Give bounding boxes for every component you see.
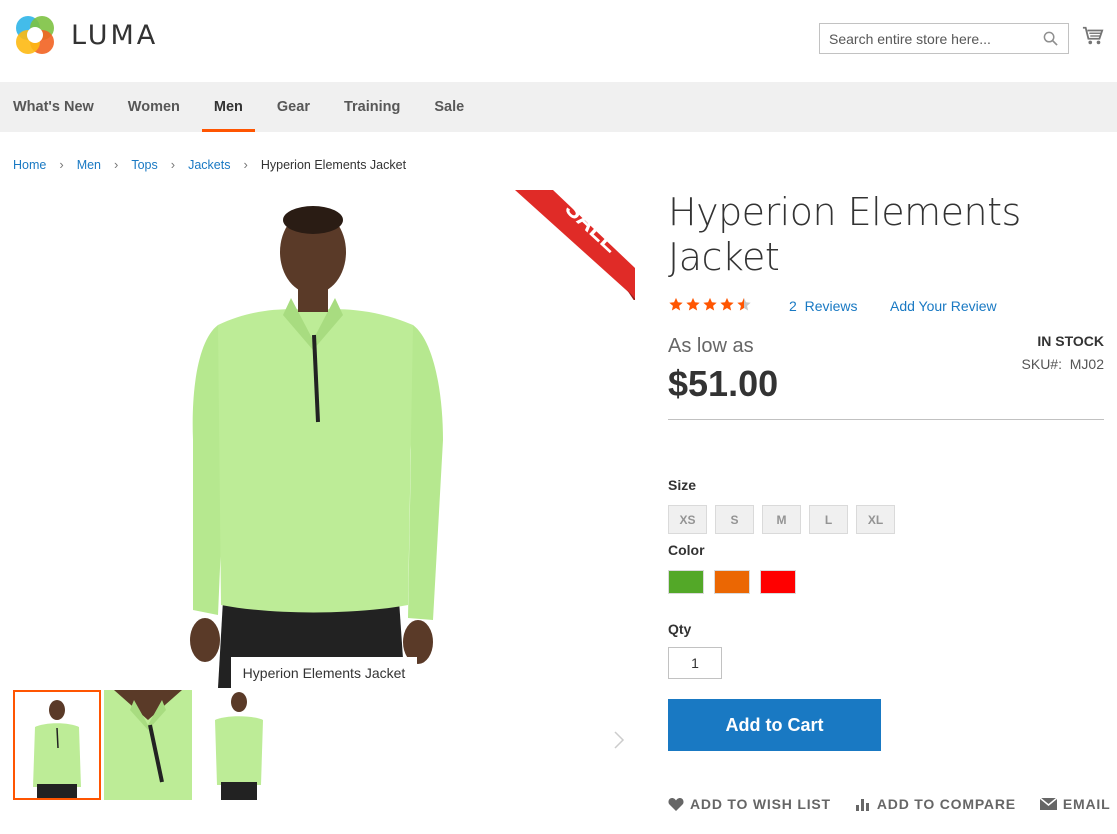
size-option-s[interactable]: S xyxy=(715,505,754,534)
star-icon xyxy=(686,297,700,311)
breadcrumb-jackets[interactable]: Jackets xyxy=(188,158,230,172)
add-to-wishlist-link[interactable]: ADD TO WISH LIST xyxy=(668,796,831,812)
add-review-link[interactable]: Add Your Review xyxy=(890,298,997,314)
qty-label: Qty xyxy=(668,621,692,637)
star-icon xyxy=(720,297,734,311)
color-label: Color xyxy=(668,542,705,558)
wishlist-label: ADD TO WISH LIST xyxy=(690,796,831,812)
add-to-cart-button[interactable]: Add to Cart xyxy=(668,699,881,751)
chevron-right-icon: › xyxy=(59,157,64,172)
color-option-red[interactable] xyxy=(760,570,796,594)
size-option-xs[interactable]: XS xyxy=(668,505,707,534)
page-header: LUMA xyxy=(0,0,1117,82)
reviews-count: 2 xyxy=(789,298,797,314)
color-option-orange[interactable] xyxy=(714,570,750,594)
reviews-label: Reviews xyxy=(804,298,858,314)
thumbnail-strip xyxy=(13,690,283,800)
price-prefix: As low as xyxy=(668,335,754,357)
sku-label: SKU#: xyxy=(1021,356,1062,372)
star-icon xyxy=(669,297,683,311)
chevron-right-icon: › xyxy=(114,157,119,172)
search-input[interactable] xyxy=(820,24,1030,53)
envelope-icon xyxy=(1039,798,1057,810)
search-icon[interactable] xyxy=(1043,31,1058,46)
stock-status: IN STOCK xyxy=(1037,333,1104,349)
nav-item-women[interactable]: Women xyxy=(111,82,197,132)
store-logo[interactable]: LUMA xyxy=(13,13,158,57)
chevron-right-icon: › xyxy=(243,157,248,172)
compare-label: ADD TO COMPARE xyxy=(876,796,1016,812)
main-navigation: What's New Women Men Gear Training Sale xyxy=(0,82,1117,132)
brand-name: LUMA xyxy=(71,19,159,51)
image-caption: Hyperion Elements Jacket xyxy=(231,657,417,688)
nav-item-whats-new[interactable]: What's New xyxy=(0,82,111,132)
thumbnail-back[interactable] xyxy=(195,690,283,800)
product-price: $51.00 xyxy=(668,363,779,404)
email-label: EMAIL xyxy=(1062,796,1111,812)
reviews-link[interactable]: 2 Reviews xyxy=(789,298,857,314)
chevron-right-icon[interactable] xyxy=(612,728,626,752)
size-label: Size xyxy=(668,477,697,493)
sale-ribbon-icon: SALE xyxy=(515,190,635,300)
breadcrumb-tops[interactable]: Tops xyxy=(131,158,157,172)
rating-stars xyxy=(668,296,753,313)
nav-item-sale[interactable]: Sale xyxy=(417,82,481,132)
breadcrumb-home[interactable]: Home xyxy=(13,158,46,172)
size-option-l[interactable]: L xyxy=(809,505,848,534)
add-to-compare-link[interactable]: ADD TO COMPARE xyxy=(855,796,1016,812)
nav-item-men[interactable]: Men xyxy=(197,82,260,132)
color-options xyxy=(668,570,796,594)
thumbnail-front[interactable] xyxy=(13,690,101,800)
breadcrumb-current: Hyperion Elements Jacket xyxy=(260,157,407,172)
chevron-right-icon: › xyxy=(170,157,176,172)
size-option-xl[interactable]: XL xyxy=(856,505,895,534)
search-box xyxy=(819,23,1069,54)
size-option-m[interactable]: M xyxy=(762,505,801,534)
product-title: Hyperion Elements Jacket xyxy=(668,190,1021,279)
sku-info: SKU#: MJ02 xyxy=(1022,356,1104,372)
luma-logo-icon xyxy=(16,16,54,54)
product-actions: ADD TO WISH LIST ADD TO COMPARE EMAIL xyxy=(668,796,1110,812)
sku-value: MJ02 xyxy=(1069,356,1104,372)
heart-icon xyxy=(668,798,684,811)
bar-chart-icon xyxy=(855,799,869,811)
cart-icon[interactable] xyxy=(1082,25,1104,47)
half-star-icon xyxy=(737,297,751,311)
color-option-green[interactable] xyxy=(668,570,704,594)
thumbnail-collar-closeup[interactable] xyxy=(104,690,192,800)
size-options: XS S M L XL xyxy=(668,505,895,534)
qty-input[interactable] xyxy=(668,647,722,679)
nav-item-training[interactable]: Training xyxy=(327,82,417,132)
nav-item-gear[interactable]: Gear xyxy=(260,82,327,132)
star-icon xyxy=(703,297,717,311)
breadcrumb: Home › Men › Tops › Jackets › Hyperion E… xyxy=(13,157,406,172)
breadcrumb-men[interactable]: Men xyxy=(77,158,101,172)
email-link[interactable]: EMAIL xyxy=(1039,796,1111,812)
divider xyxy=(668,419,1104,420)
